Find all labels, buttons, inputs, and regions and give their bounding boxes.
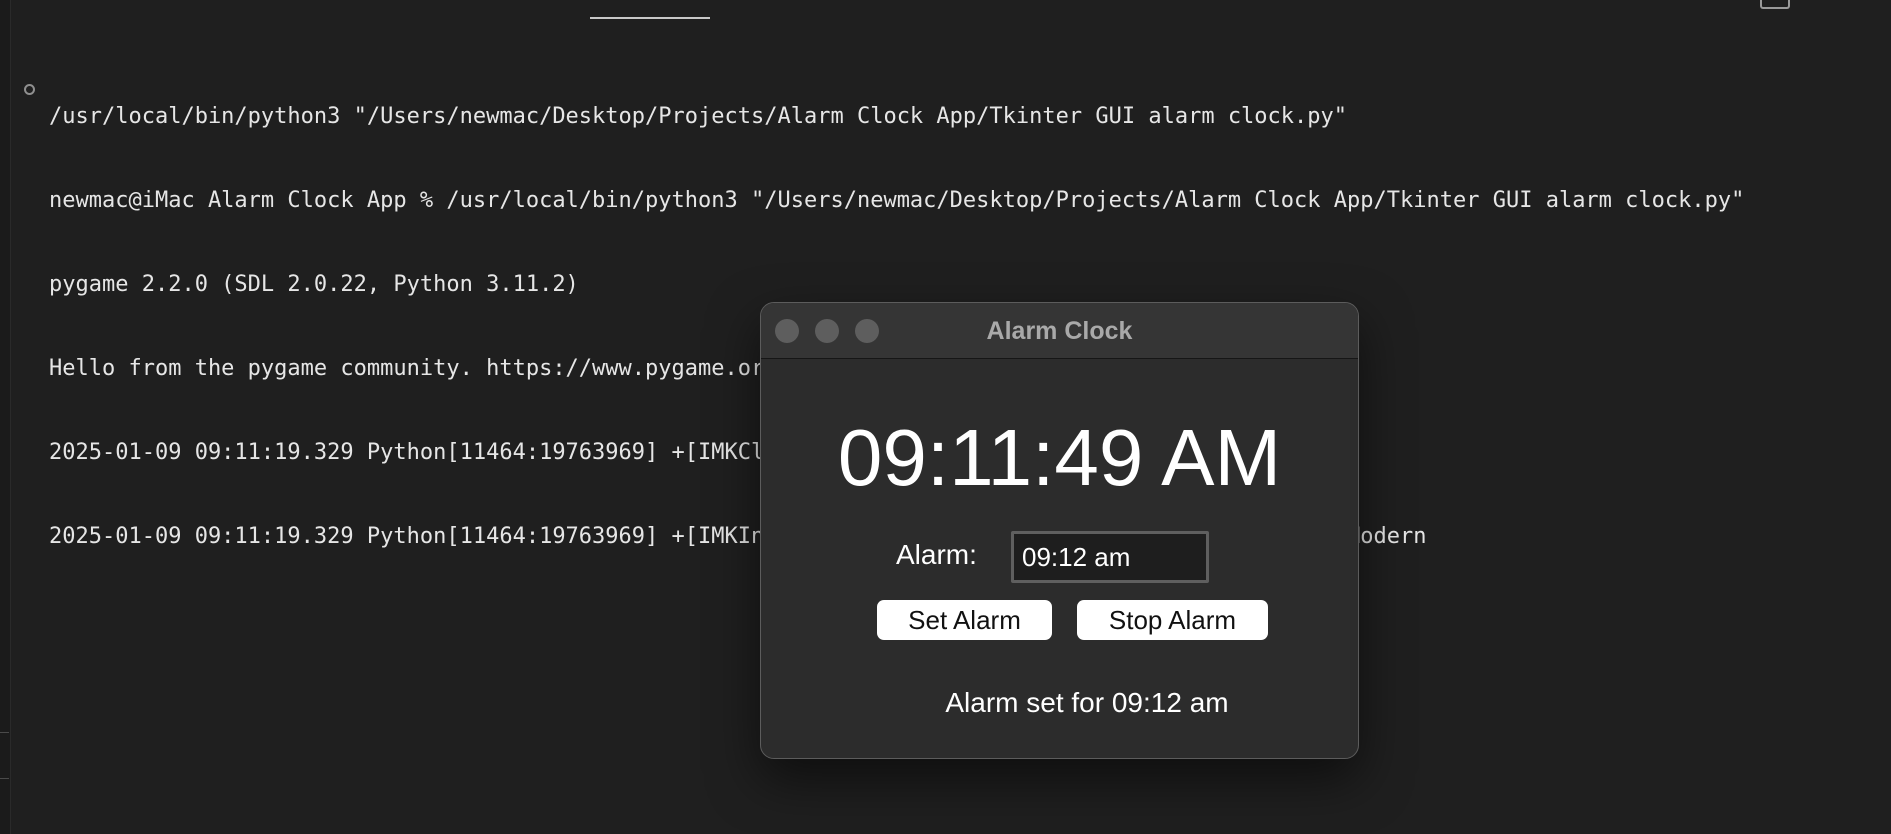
current-time-display: 09:11:49 AM xyxy=(837,413,1282,502)
alarm-label: Alarm: xyxy=(896,539,977,570)
gutter-divider xyxy=(0,778,9,779)
terminal-line: newmac@iMac Alarm Clock App % /usr/local… xyxy=(49,188,1745,213)
terminal-panel-header xyxy=(0,0,1891,22)
terminal-line: /usr/local/bin/python3 "/Users/newmac/De… xyxy=(49,104,1348,129)
maximize-panel-icon[interactable] xyxy=(1760,0,1790,9)
terminal-line: pygame 2.2.0 (SDL 2.0.22, Python 3.11.2) xyxy=(49,272,579,297)
alarm-time-input[interactable] xyxy=(1011,531,1209,583)
editor-gutter xyxy=(0,0,11,834)
window-title: Alarm Clock xyxy=(986,317,1133,345)
command-status-circle-icon[interactable] xyxy=(24,84,35,95)
set-alarm-button[interactable]: Set Alarm xyxy=(877,600,1052,640)
gutter-divider xyxy=(0,732,9,733)
alarm-status-message: Alarm set for 09:12 am xyxy=(945,687,1229,718)
alarm-clock-window: Alarm Clock 09:11:49 AM Alarm: Set Alarm… xyxy=(760,302,1359,759)
active-tab-indicator xyxy=(590,17,710,19)
window-titlebar[interactable]: Alarm Clock xyxy=(761,303,1358,359)
stop-alarm-button[interactable]: Stop Alarm xyxy=(1077,600,1268,640)
